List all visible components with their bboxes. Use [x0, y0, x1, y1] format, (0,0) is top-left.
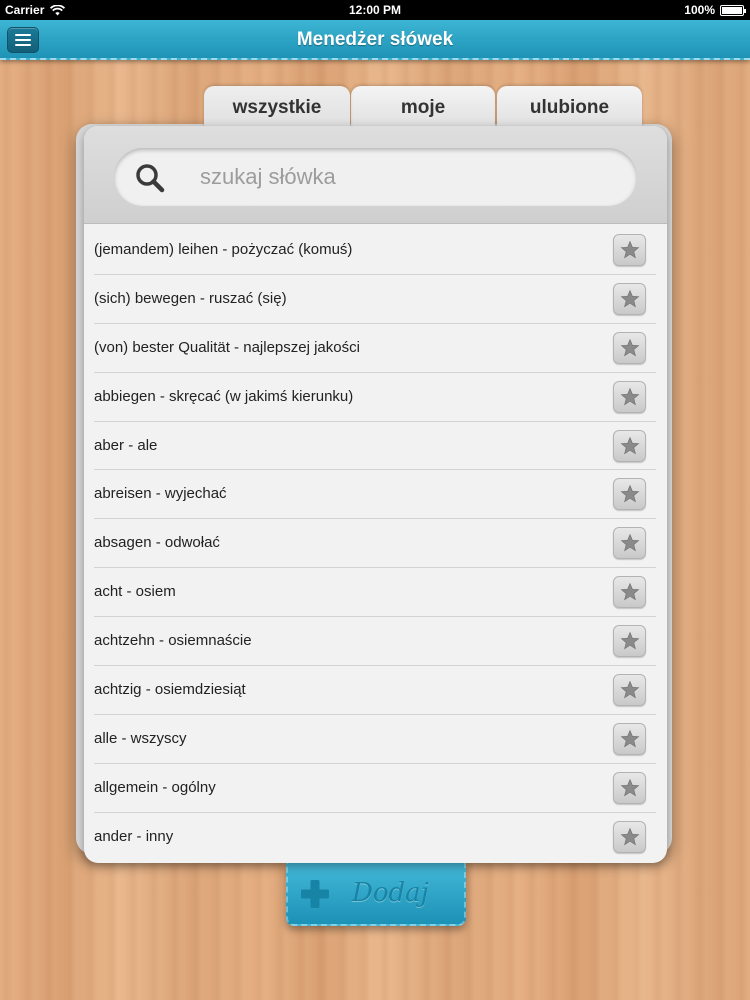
favorite-button[interactable] [613, 282, 646, 315]
favorite-button[interactable] [613, 527, 646, 560]
list-item[interactable]: absagen - odwołać [94, 519, 656, 569]
word-text: ander - inny [94, 827, 174, 845]
favorite-button[interactable] [613, 478, 646, 511]
word-text: achtzehn - osiemnaście [94, 632, 252, 650]
star-icon [620, 631, 639, 650]
favorite-button[interactable] [613, 380, 646, 413]
list-item[interactable]: abreisen - wyjechać [94, 470, 656, 520]
page-title: Menedżer słówek [296, 29, 454, 50]
list-item[interactable]: alle - wszyscy [94, 715, 656, 764]
search-field[interactable] [114, 148, 637, 206]
battery-percent: 100% [684, 3, 715, 17]
add-button-label: Dodaj [352, 878, 429, 908]
list-item[interactable]: ander - inny [94, 813, 656, 862]
list-item[interactable]: allgemein - ogólny [94, 764, 656, 813]
word-text: abbiegen - skręcać (w jakimś kierunku) [94, 387, 354, 405]
word-text: (sich) bewegen - ruszać (się) [94, 289, 287, 307]
favorite-button[interactable] [613, 674, 646, 707]
star-icon [620, 534, 639, 552]
star-icon [620, 778, 639, 797]
star-icon [620, 827, 639, 846]
favorite-button[interactable] [613, 234, 646, 266]
list-item[interactable]: (sich) bewegen - ruszać (się) [94, 275, 656, 324]
list-item[interactable]: acht - osiem [94, 568, 656, 618]
favorite-button[interactable] [613, 771, 646, 804]
word-text: aber - ale [94, 436, 158, 454]
search-icon [136, 164, 165, 193]
star-icon [620, 240, 639, 259]
battery-fill [722, 6, 742, 14]
word-text: allgemein - ogólny [94, 778, 216, 796]
favorite-button[interactable] [613, 625, 646, 658]
favorite-button[interactable] [613, 722, 646, 755]
search-input[interactable] [200, 160, 620, 194]
battery-indicator: 100% [684, 3, 746, 17]
word-text: acht - osiem [94, 583, 176, 601]
favorite-button[interactable] [613, 820, 646, 853]
star-icon [620, 485, 639, 503]
word-text: alle - wszyscy [94, 729, 187, 747]
clock: 12:00 PM [348, 3, 402, 17]
word-text: abreisen - wyjechać [94, 485, 227, 503]
list-item[interactable]: aber - ale [94, 422, 656, 471]
word-text: achtzig - osiemdziesiąt [94, 681, 246, 699]
star-icon [620, 338, 639, 357]
word-text: absagen - odwołać [94, 534, 220, 552]
favorite-button[interactable] [613, 331, 646, 364]
battery-icon [720, 4, 746, 16]
star-icon [620, 582, 639, 601]
list-item[interactable]: (jemandem) leihen - pożyczać (komuś) [94, 226, 656, 275]
search-area [84, 126, 667, 224]
star-icon [620, 387, 639, 406]
nav-bar: Menedżer słówek [0, 20, 750, 60]
list-item[interactable]: achtzehn - osiemnaście [94, 617, 656, 667]
favorite-button[interactable] [613, 429, 646, 462]
list-item[interactable]: (von) bester Qualität - najlepszej jakoś… [94, 324, 656, 373]
star-icon [620, 289, 639, 308]
star-icon [620, 436, 639, 454]
word-text: (jemandem) leihen - pożyczać (komuś) [94, 241, 353, 258]
word-panel: (jemandem) leihen - pożyczać (komuś) (si… [84, 126, 667, 863]
star-icon [620, 729, 639, 748]
word-text: (von) bester Qualität - najlepszej jakoś… [94, 338, 360, 356]
list-item[interactable]: abbiegen - skręcać (w jakimś kierunku) [94, 373, 656, 422]
list-item[interactable]: achtzig - osiemdziesiąt [94, 666, 656, 715]
favorite-button[interactable] [613, 576, 646, 609]
add-word-button[interactable]: Dodaj [286, 862, 466, 926]
star-icon [620, 680, 639, 699]
plus-icon [301, 880, 329, 908]
word-list: (jemandem) leihen - pożyczać (komuś) (si… [94, 226, 656, 862]
status-bar: Carrier 12:00 PM 100% [0, 0, 750, 20]
